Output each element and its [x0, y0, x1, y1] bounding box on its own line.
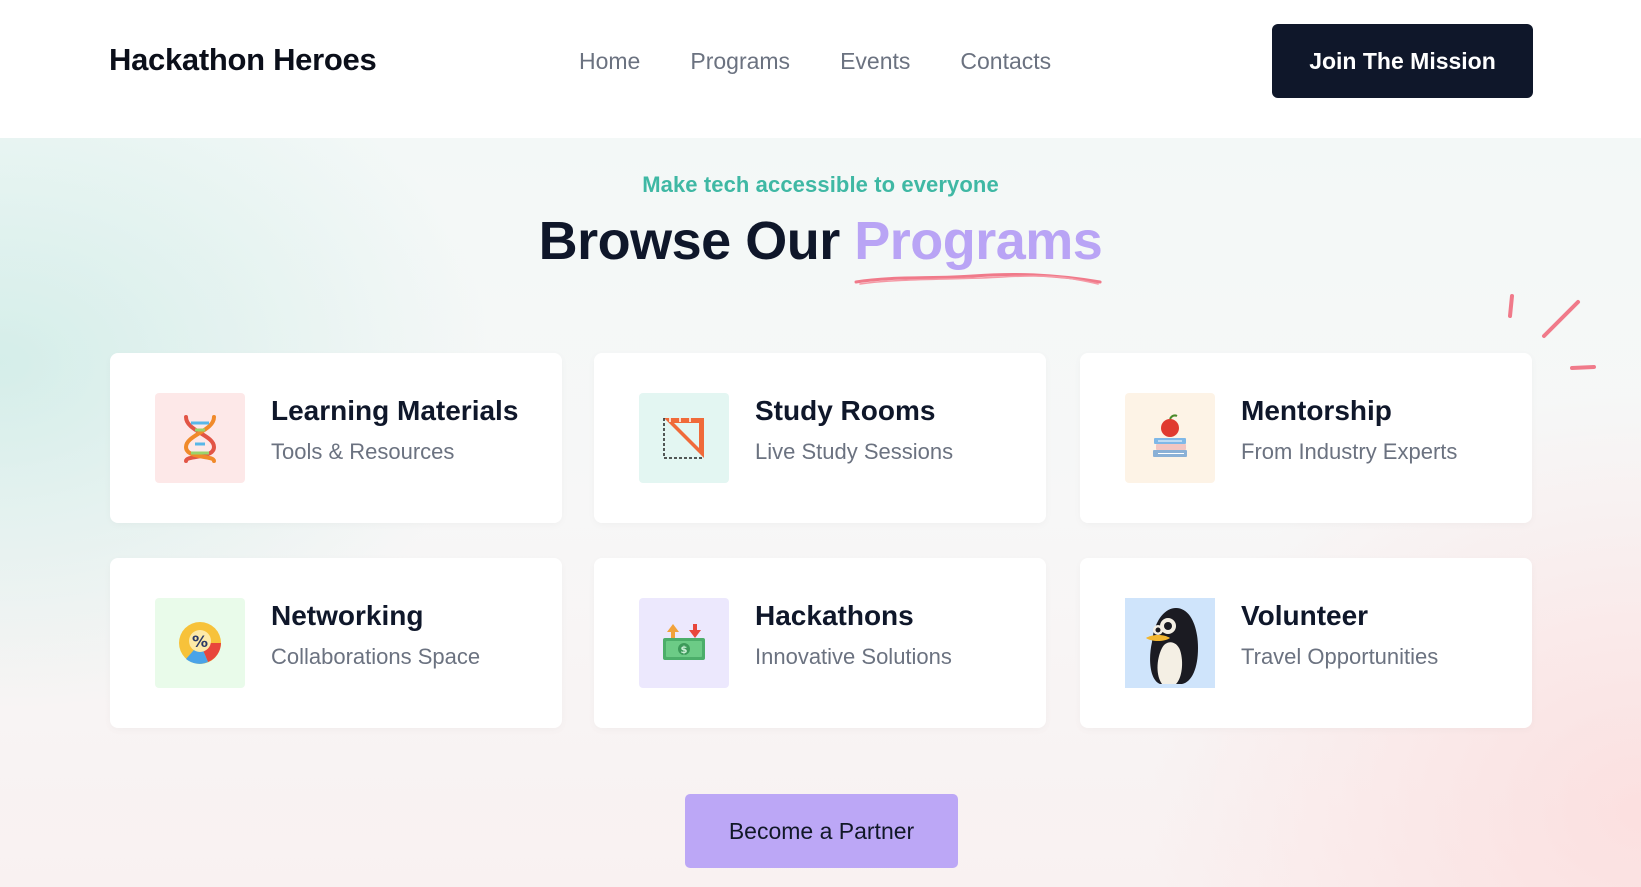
card-title: Volunteer	[1241, 600, 1369, 631]
site-logo[interactable]: Hackathon Heroes	[109, 42, 377, 78]
card-title: Learning Materials	[271, 395, 519, 426]
card-title: Mentorship	[1241, 395, 1392, 426]
program-card-volunteer[interactable]: Volunteer Travel Opportunities	[1080, 558, 1532, 728]
section-eyebrow: Make tech accessible to everyone	[642, 172, 999, 197]
section-title: Browse Our Programs	[0, 210, 1641, 285]
program-card-study-rooms[interactable]: Study Rooms Live Study Sessions	[594, 353, 1046, 523]
scribble-underline-icon	[854, 272, 1102, 285]
nav-programs[interactable]: Programs	[690, 46, 790, 76]
programs-section: Make tech accessible to everyone Browse …	[0, 138, 1641, 887]
card-icon-box	[155, 393, 245, 483]
program-card-networking[interactable]: % Networking Collaborations Space	[110, 558, 562, 728]
card-icon-box	[1125, 598, 1215, 688]
card-subtitle: Innovative Solutions	[755, 644, 952, 669]
card-subtitle: Collaborations Space	[271, 644, 481, 669]
card-icon-box: %	[155, 598, 245, 688]
apple-books-icon	[1153, 414, 1187, 457]
card-title: Hackathons	[755, 600, 914, 631]
join-mission-button[interactable]: Join The Mission	[1272, 24, 1533, 98]
percent-chart-icon: %	[179, 622, 221, 664]
card-subtitle: Travel Opportunities	[1241, 644, 1439, 669]
card-icon-box	[1125, 393, 1215, 483]
nav-home[interactable]: Home	[579, 46, 640, 76]
money-arrows-icon: $	[663, 624, 705, 660]
program-card-mentorship[interactable]: Mentorship From Industry Experts	[1080, 353, 1532, 523]
nav-events[interactable]: Events	[840, 46, 910, 76]
program-card-learning-materials[interactable]: Learning Materials Tools & Resources	[110, 353, 562, 523]
nav-contacts[interactable]: Contacts	[960, 46, 1051, 76]
card-subtitle: Live Study Sessions	[755, 439, 954, 464]
card-subtitle: From Industry Experts	[1241, 439, 1458, 464]
set-square-icon	[663, 418, 704, 459]
title-accent: Programs	[854, 210, 1103, 285]
card-title: Study Rooms	[755, 395, 936, 426]
penguin-icon	[1146, 608, 1198, 684]
card-icon-box: $	[639, 598, 729, 688]
title-main: Browse Our	[538, 211, 841, 271]
card-icon-box	[639, 393, 729, 483]
card-subtitle: Tools & Resources	[271, 439, 455, 464]
svg-text:$: $	[681, 645, 688, 656]
card-title: Networking	[271, 600, 424, 631]
dna-icon	[183, 415, 217, 463]
site-header: Hackathon Heroes Home Programs Events Co…	[0, 0, 1641, 138]
svg-text:%: %	[192, 632, 208, 651]
become-partner-button[interactable]: Become a Partner	[685, 794, 958, 868]
program-card-hackathons[interactable]: $ Hackathons Innovative Solutions	[594, 558, 1046, 728]
main-nav: Home Programs Events Contacts	[579, 46, 1101, 76]
title-accent-text: Programs	[854, 211, 1103, 271]
